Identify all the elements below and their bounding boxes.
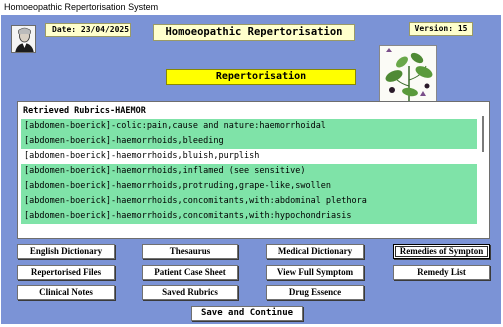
section-title: Repertorisation xyxy=(166,69,356,85)
english-dictionary-button[interactable]: English Dictionary xyxy=(17,244,115,259)
clinical-notes-button[interactable]: Clinical Notes xyxy=(17,285,115,300)
rubric-row[interactable]: [abdomen-boerick]-colic:pain,cause and n… xyxy=(21,119,477,134)
belladonna-plant-image xyxy=(379,45,437,103)
view-full-symptom-button[interactable]: View Full Symptom xyxy=(266,265,364,280)
app-title: Homoeopathic Repertorisation xyxy=(153,24,355,41)
rubric-row[interactable]: [abdomen-boerick]-haemorrhoids,inflamed … xyxy=(21,164,477,179)
rubric-row[interactable]: [abdomen-boerick]-haemorrhoids,bluish,pu… xyxy=(21,149,477,164)
main-window: Date: 23/04/2025 Homoeopathic Repertoris… xyxy=(1,15,501,324)
repertorised-files-button[interactable]: Repertorised Files xyxy=(17,265,115,280)
thesaurus-button[interactable]: Thesaurus xyxy=(142,244,238,259)
rubrics-list[interactable]: Retrieved Rubrics-HAEMOR [abdomen-boeric… xyxy=(17,101,490,239)
rubric-row[interactable]: [abdomen-boerick]-haemorrhoids,concomita… xyxy=(21,194,477,209)
hahnemann-portrait-image xyxy=(11,25,36,53)
rubric-row[interactable]: [abdomen-boerick]-haemorrhoids,concomita… xyxy=(21,209,477,224)
scroll-thumb[interactable] xyxy=(482,116,484,152)
remedies-of-symptom-button[interactable]: Remedies of Sympton xyxy=(393,244,490,259)
window-title: Homoeopathic Repertorisation System xyxy=(0,0,503,14)
date-display: Date: 23/04/2025 xyxy=(45,23,131,37)
patient-case-sheet-button[interactable]: Patient Case Sheet xyxy=(142,265,238,280)
saved-rubrics-button[interactable]: Saved Rubrics xyxy=(142,285,238,300)
save-and-continue-button[interactable]: Save and Continue xyxy=(191,306,303,321)
rubric-row[interactable]: [abdomen-boerick]-haemorrhoids,protrudin… xyxy=(21,179,477,194)
remedy-list-button[interactable]: Remedy List xyxy=(393,265,490,280)
rubric-row[interactable]: [abdomen-boerick]-haemorrhoids,bleeding xyxy=(21,134,477,149)
list-scrollbar[interactable] xyxy=(479,116,487,236)
drug-essence-button[interactable]: Drug Essence xyxy=(266,285,364,300)
rubric-rows: [abdomen-boerick]-colic:pain,cause and n… xyxy=(21,119,477,224)
version-display: Version: 15 xyxy=(409,22,473,36)
medical-dictionary-button[interactable]: Medical Dictionary xyxy=(266,244,364,259)
list-header: Retrieved Rubrics-HAEMOR xyxy=(23,106,146,116)
